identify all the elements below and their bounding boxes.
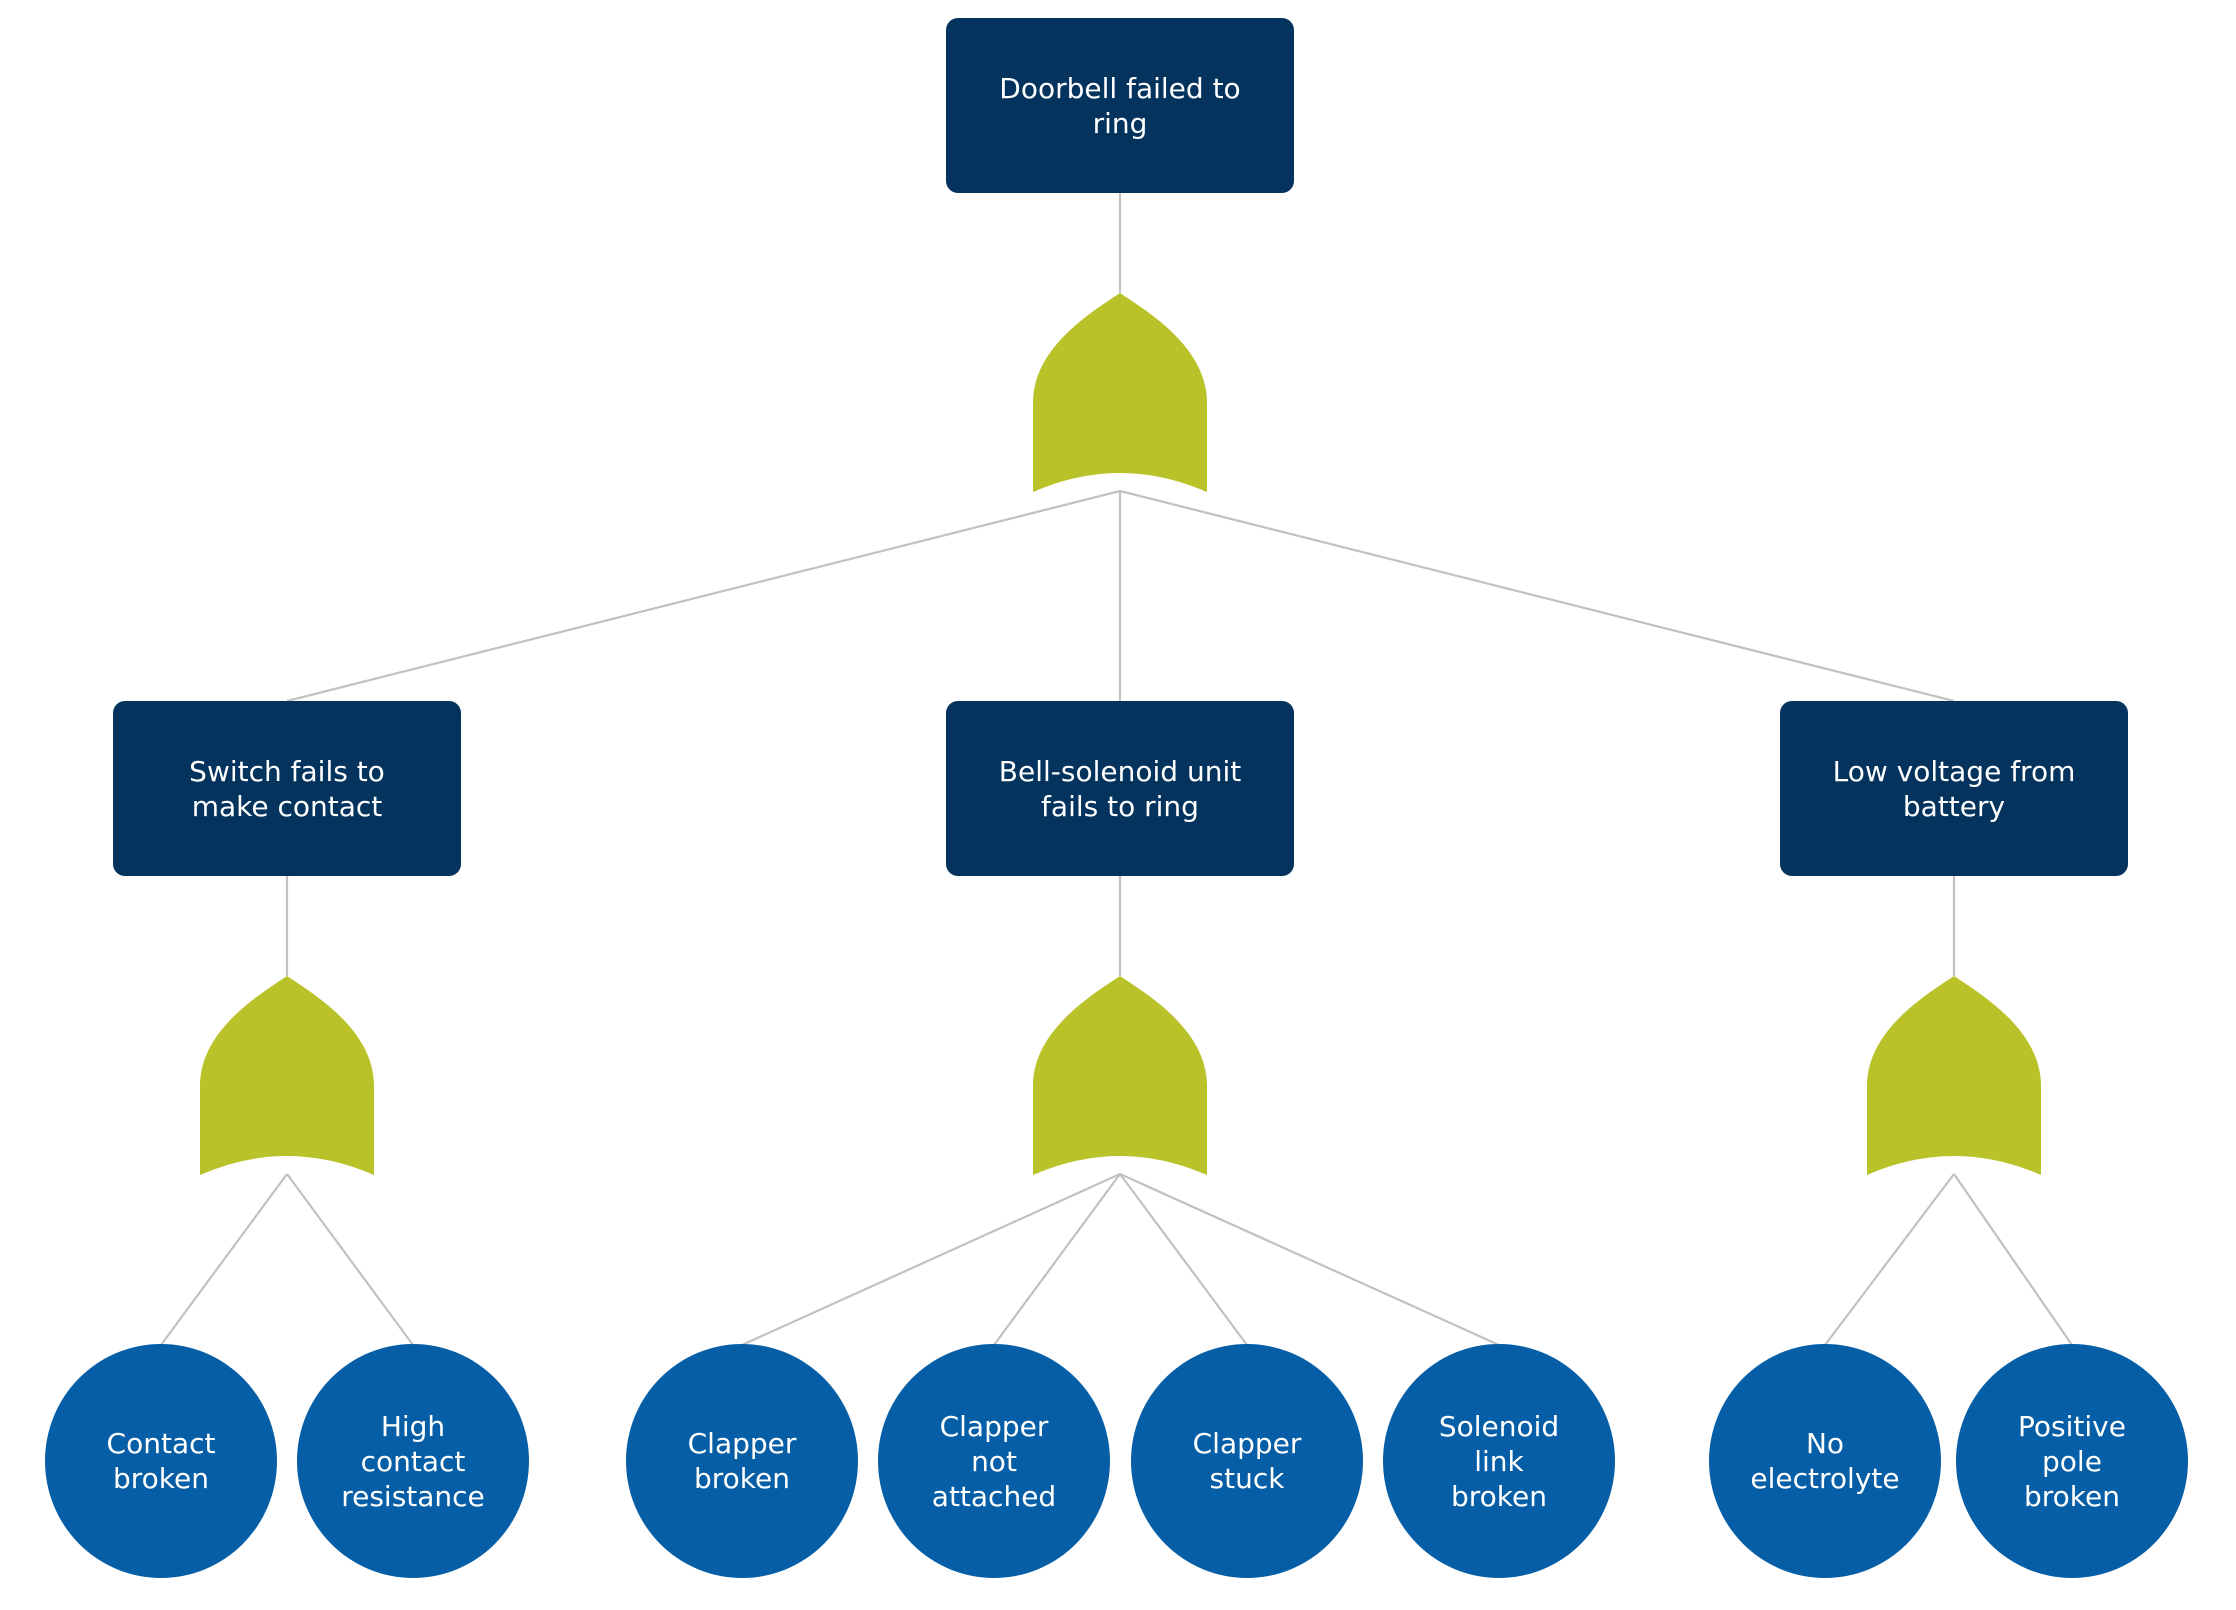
basic-event-contact-broken[interactable]: Contact broken — [45, 1344, 277, 1578]
connector-no-electrolyte — [1824, 1173, 1955, 1346]
connector-battery — [1119, 489, 1955, 703]
connector-contact-broken — [160, 1173, 288, 1346]
intermediate-event-switch[interactable]: Switch fails to make contact — [113, 701, 461, 876]
or-gate-icon — [1867, 976, 2041, 1175]
intermediate-event-label: Bell-solenoid unit fails to ring — [998, 754, 1242, 823]
basic-event-high-contact-resistance[interactable]: High contact resistance — [297, 1344, 529, 1578]
basic-event-clapper-not-attached[interactable]: Clapper not attached — [878, 1344, 1110, 1578]
or-gate-icon — [1033, 976, 1207, 1175]
connector-clapper-broken — [741, 1172, 1121, 1347]
basic-event-label: No electrolyte — [1750, 1427, 1900, 1495]
connector-clapper-stuck — [1119, 1173, 1248, 1346]
intermediate-event-label: Switch fails to make contact — [189, 754, 385, 823]
basic-event-label: Clapper stuck — [1192, 1427, 1302, 1495]
connector-clapper-not-attached — [993, 1173, 1121, 1346]
connector-switch — [286, 489, 1121, 703]
basic-event-positive-pole-broken[interactable]: Positive pole broken — [1956, 1344, 2188, 1578]
intermediate-event-label: Low voltage from battery — [1832, 754, 2076, 823]
basic-event-label: Clapper broken — [687, 1427, 797, 1495]
connector-positive-pole-broken — [1953, 1173, 2073, 1346]
basic-event-label: Positive pole broken — [2018, 1409, 2126, 1513]
basic-event-solenoid-link-broken[interactable]: Solenoid link broken — [1383, 1344, 1615, 1578]
connector-solenoid-link-broken — [1119, 1172, 1500, 1347]
intermediate-event-battery[interactable]: Low voltage from battery — [1780, 701, 2128, 876]
basic-event-no-electrolyte[interactable]: No electrolyte — [1709, 1344, 1941, 1578]
basic-event-label: Contact broken — [106, 1427, 216, 1495]
basic-event-clapper-broken[interactable]: Clapper broken — [626, 1344, 858, 1578]
connector-high-contact-resistance — [286, 1173, 414, 1346]
basic-event-label: High contact resistance — [341, 1409, 485, 1513]
top-event-label: Doorbell failed to ring — [999, 71, 1241, 140]
or-gate-icon — [200, 976, 374, 1175]
intermediate-event-bell[interactable]: Bell-solenoid unit fails to ring — [946, 701, 1294, 876]
basic-event-label: Solenoid link broken — [1438, 1409, 1560, 1513]
top-event-box[interactable]: Doorbell failed to ring — [946, 18, 1294, 193]
basic-event-label: Clapper not attached — [931, 1409, 1057, 1513]
basic-event-clapper-stuck[interactable]: Clapper stuck — [1131, 1344, 1363, 1578]
or-gate-icon — [1033, 293, 1207, 492]
